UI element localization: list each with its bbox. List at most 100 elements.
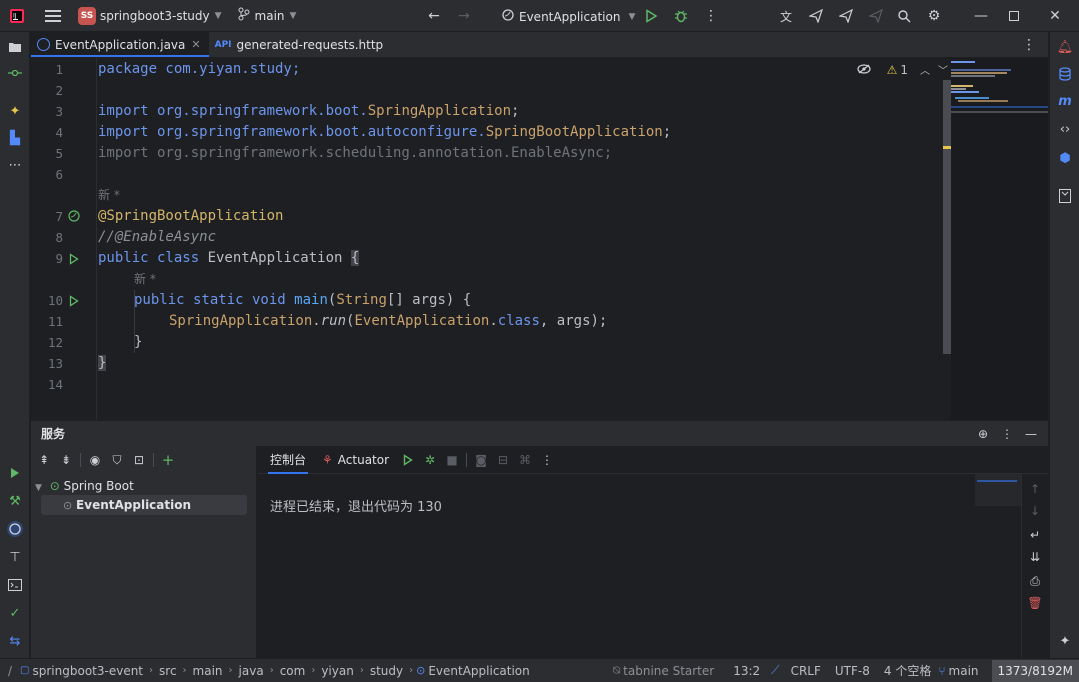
breadcrumb-item[interactable]: yiyan — [321, 664, 354, 678]
minimize-window-icon[interactable]: — — [970, 5, 992, 27]
tab-actuator[interactable]: ⚘ Actuator — [314, 446, 397, 474]
debug-icon[interactable]: ✲ — [419, 449, 441, 471]
spring-bean-gutter-icon[interactable] — [67, 206, 81, 227]
breadcrumb-item[interactable]: springboot3-event — [33, 664, 144, 678]
run-gutter-icon[interactable] — [67, 248, 81, 269]
translate-icon[interactable]: 文 — [775, 5, 797, 27]
git-pull-requests-icon[interactable]: ⇆ — [0, 630, 30, 652]
tabnine-chat-icon[interactable]: ✦ — [1050, 630, 1079, 652]
search-icon[interactable] — [893, 5, 915, 27]
more-options-icon[interactable]: ⋮ — [536, 449, 558, 471]
breadcrumb-item[interactable]: java — [239, 664, 264, 678]
git-branch[interactable]: main — [949, 664, 979, 678]
scroll-down-arrow-icon: ↓ — [1029, 504, 1041, 518]
chevron-down-icon[interactable]: ﹀ — [938, 62, 948, 77]
code-editor[interactable]: 1 2 3 4 5 6 7 8 9 10 11 12 13 14 package… — [31, 58, 1048, 420]
forward-arrow-icon[interactable]: → — [453, 5, 475, 27]
clear-trash-icon[interactable]: 🗑︎ — [1024, 592, 1046, 614]
tabnine-icon[interactable]: ✦ — [0, 100, 30, 122]
ai-assistant-icon[interactable]: ⟋ — [771, 663, 779, 678]
breadcrumb-item[interactable]: com — [280, 664, 306, 678]
expand-all-icon[interactable]: ⇞ — [33, 449, 55, 471]
console-output[interactable]: 进程已结束，退出代码为 130 — [270, 496, 442, 515]
code-area[interactable]: package com.yiyan.study; import org.spri… — [98, 58, 943, 420]
code-token: org.springframework.boot. — [148, 103, 368, 119]
breadcrumb-item[interactable]: study — [370, 664, 403, 678]
branch-selector[interactable]: main ▼ — [238, 7, 296, 24]
code-line-9: public class EventApplication { — [98, 248, 360, 269]
code-package: package com.yiyan.study; — [98, 61, 301, 77]
breadcrumb-item[interactable]: EventApplication — [428, 664, 529, 678]
inspection-widget[interactable]: ⚠ 1 ︿ ﹀ — [856, 62, 948, 77]
editor-scrollbar[interactable] — [943, 80, 951, 354]
warning-marker[interactable] — [943, 146, 951, 149]
minimize-panel-icon[interactable]: — — [1020, 423, 1042, 445]
main-menu-icon[interactable] — [42, 5, 64, 27]
collapse-all-icon[interactable]: ⇟ — [55, 449, 77, 471]
chevron-up-icon[interactable]: ︿ — [920, 62, 930, 77]
tree-item-event-application[interactable]: ⊙ EventApplication — [41, 495, 247, 515]
file-encoding[interactable]: UTF-8 — [835, 664, 870, 678]
code-minimap[interactable] — [951, 58, 1048, 420]
more-tools-icon[interactable]: ⋯ — [0, 154, 30, 176]
scroll-to-end-icon[interactable]: ⇊ — [1024, 546, 1046, 568]
structure-icon[interactable]: ▙ — [0, 127, 30, 149]
more-options-icon[interactable]: ⋮ — [996, 423, 1018, 445]
reader-mode-eye-icon[interactable] — [856, 63, 871, 77]
tab-console[interactable]: 控制台 — [262, 446, 314, 474]
send-icon[interactable] — [805, 5, 827, 27]
memory-indicator[interactable]: 1373/8192M — [991, 659, 1079, 682]
project-folder-icon[interactable] — [0, 36, 30, 58]
tab-options-icon[interactable]: ⋮ — [1018, 34, 1040, 56]
target-icon[interactable]: ⊕ — [972, 423, 994, 445]
usage-hint[interactable]: 新 * — [134, 269, 156, 290]
tree-item-spring-boot[interactable]: ▼ ⊙ Spring Boot — [35, 476, 134, 496]
endpoints-icon[interactable]: ⊤ — [0, 546, 30, 568]
add-service-icon[interactable]: + — [157, 449, 179, 471]
intellij-logo-icon[interactable]: IJ — [6, 5, 28, 27]
project-view-icon[interactable]: / — [8, 664, 12, 678]
project-selector[interactable]: SS springboot3-study ▼ — [78, 6, 222, 25]
services-icon[interactable] — [0, 518, 30, 540]
notifications-bell-icon[interactable]: 🔔︎ — [1050, 36, 1079, 58]
close-window-icon[interactable]: ✕ — [1044, 5, 1066, 27]
close-icon[interactable]: ✕ — [191, 38, 200, 51]
indent-setting[interactable]: 4 个空格 — [884, 662, 931, 679]
commit-icon[interactable] — [0, 62, 30, 84]
line-number: 14 — [47, 377, 63, 392]
rerun-icon[interactable] — [397, 449, 419, 471]
maximize-window-icon[interactable] — [1003, 5, 1025, 27]
more-actions-icon[interactable]: ⋮ — [700, 5, 722, 27]
maven-icon[interactable]: m — [1050, 90, 1079, 112]
tabnine-status[interactable]: tabnine Starter — [623, 664, 714, 678]
settings-gear-icon[interactable]: ⚙ — [923, 5, 945, 27]
print-icon[interactable]: ⎙ — [1024, 570, 1046, 592]
run-icon[interactable] — [640, 5, 662, 27]
build-hammer-icon[interactable]: ⚒ — [0, 490, 30, 512]
run-gutter-icon[interactable] — [67, 290, 81, 311]
chevron-down-icon[interactable]: ▼ — [35, 483, 42, 493]
code-with-me-icon[interactable]: ‹› — [1050, 118, 1079, 140]
breadcrumb-item[interactable]: main — [193, 664, 223, 678]
caret-position[interactable]: 13:2 — [733, 664, 760, 678]
run-config-selector[interactable]: EventApplication ▼ — [501, 8, 635, 25]
new-tab-icon[interactable]: ⊡ — [128, 449, 150, 471]
filter-icon[interactable]: ⛉ — [106, 449, 128, 471]
soft-wrap-icon[interactable]: ↵ — [1024, 524, 1046, 546]
send-alt-icon[interactable] — [835, 5, 857, 27]
tab-generated-requests[interactable]: API generated-requests.http — [209, 32, 392, 57]
breadcrumb-item[interactable]: src — [159, 664, 177, 678]
tab-event-application[interactable]: EventApplication.java ✕ — [31, 32, 209, 57]
back-arrow-icon[interactable]: ← — [423, 5, 445, 27]
problems-check-icon[interactable]: ✓ — [0, 602, 30, 624]
debug-icon[interactable] — [670, 5, 692, 27]
bookmarks-panel-icon[interactable] — [1050, 185, 1079, 207]
gradle-cube-icon[interactable]: ⬢ — [1050, 147, 1079, 169]
line-ending[interactable]: CRLF — [791, 664, 821, 678]
database-icon[interactable] — [1050, 63, 1079, 85]
run-tool-icon[interactable] — [0, 462, 30, 484]
code-token: import — [98, 103, 149, 119]
usage-hint[interactable]: 新 * — [98, 185, 120, 206]
view-options-eye-icon[interactable]: ◉ — [84, 449, 106, 471]
terminal-icon[interactable] — [0, 574, 30, 596]
